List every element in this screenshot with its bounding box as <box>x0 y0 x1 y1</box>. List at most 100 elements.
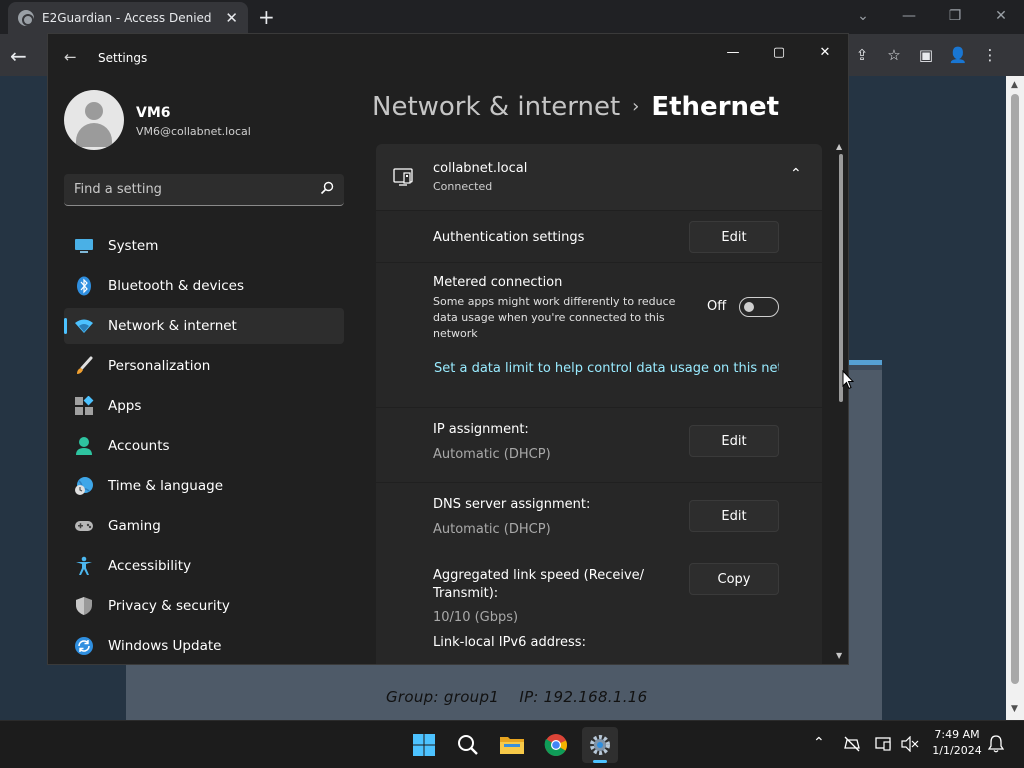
windows-logo-icon <box>413 734 435 756</box>
copy-button[interactable]: Copy <box>689 563 779 595</box>
dns-and-properties-section: DNS server assignment: Automatic (DHCP) … <box>376 483 822 664</box>
globe-clock-icon <box>74 476 94 496</box>
search-box[interactable] <box>64 174 344 206</box>
nav-label: Windows Update <box>108 638 222 654</box>
scroll-down-icon[interactable]: ▼ <box>1011 704 1018 714</box>
browser-tab-title: E2Guardian - Access Denied <box>42 11 212 25</box>
ethernet-content: collabnet.local Connected ⌃ Authenticati… <box>376 144 822 664</box>
settings-scrollbar[interactable]: ▲ ▼ <box>836 142 846 664</box>
nav-label: Gaming <box>108 518 161 534</box>
close-button[interactable]: ✕ <box>802 40 848 64</box>
minimize-icon[interactable]: — <box>886 0 932 32</box>
tab-search-icon[interactable]: ⌄ <box>840 0 886 32</box>
metered-toggle[interactable] <box>739 297 779 317</box>
scroll-thumb[interactable] <box>839 154 843 402</box>
search-icon <box>458 735 478 755</box>
active-indicator <box>593 760 607 763</box>
scroll-thumb[interactable] <box>1011 94 1019 684</box>
nav-item-accounts[interactable]: Accounts <box>64 428 344 464</box>
ethernet-tray-icon[interactable] <box>875 736 893 752</box>
scroll-down-icon[interactable]: ▼ <box>836 651 842 660</box>
settings-taskbar-button[interactable] <box>582 727 618 763</box>
nav-item-personalization[interactable]: Personalization <box>64 348 344 384</box>
system-icon <box>74 236 94 256</box>
scroll-up-icon[interactable]: ▲ <box>1011 80 1018 90</box>
network-offline-icon[interactable] <box>843 736 861 752</box>
minimize-button[interactable]: — <box>710 40 756 64</box>
file-explorer-button[interactable] <box>494 727 530 763</box>
restore-icon[interactable]: ❐ <box>932 0 978 32</box>
settings-window: ← Settings — ▢ ✕ VM6 VM6@collabnet.local… <box>47 33 849 665</box>
start-button[interactable] <box>406 727 442 763</box>
nav-item-time-language[interactable]: Time & language <box>64 468 344 504</box>
notification-bell-icon[interactable] <box>988 735 1004 753</box>
ip-assignment-value: Automatic (DHCP) <box>433 447 551 462</box>
edit-authentication-button[interactable]: Edit <box>689 221 779 253</box>
nav-label: Time & language <box>108 478 224 494</box>
nav-label: Privacy & security <box>108 598 230 614</box>
tab-close-icon[interactable]: ✕ <box>225 9 238 27</box>
nav-label: Network & internet <box>108 318 237 334</box>
browser-toolbar-icons: ⇪ ☆ ▣ 👤 ⋮ <box>850 34 1002 76</box>
clock-date: 1/1/2024 <box>932 744 982 757</box>
search-icon[interactable] <box>320 181 334 195</box>
close-icon[interactable]: ✕ <box>978 0 1024 32</box>
browser-back-icon[interactable]: ← <box>10 44 27 68</box>
dns-assignment-value: Automatic (DHCP) <box>433 522 551 537</box>
metered-description: Some apps might work differently to redu… <box>433 295 676 340</box>
profile-name: VM6 <box>136 105 171 121</box>
nav-label: Accessibility <box>108 558 192 574</box>
chrome-button[interactable] <box>538 727 574 763</box>
taskbar-clock[interactable]: 7:49 AM 1/1/2024 <box>926 728 988 757</box>
page-title: Ethernet <box>651 92 780 122</box>
taskbar-search-button[interactable] <box>450 727 486 763</box>
profile-email: VM6@collabnet.local <box>136 125 251 138</box>
nav-label: Accounts <box>108 438 170 454</box>
network-name: collabnet.local <box>433 161 528 176</box>
side-panel-icon[interactable]: ▣ <box>914 43 938 67</box>
person-icon <box>74 436 94 456</box>
mouse-cursor-icon <box>842 370 854 390</box>
nav-item-windows-update[interactable]: Windows Update <box>64 628 344 664</box>
ethernet-icon <box>393 168 413 186</box>
nav-item-bluetooth[interactable]: Bluetooth & devices <box>64 268 344 304</box>
edit-ip-button[interactable]: Edit <box>689 425 779 457</box>
browser-scrollbar[interactable]: ▲ ▼ <box>1006 76 1024 720</box>
breadcrumb-parent[interactable]: Network & internet <box>372 92 620 122</box>
browser-tab[interactable]: E2Guardian - Access Denied ✕ <box>8 2 248 34</box>
nav-item-network[interactable]: Network & internet <box>64 308 344 344</box>
maximize-button[interactable]: ▢ <box>756 40 802 64</box>
clock-time: 7:49 AM <box>934 728 980 741</box>
back-icon[interactable]: ← <box>64 48 77 66</box>
nav-item-gaming[interactable]: Gaming <box>64 508 344 544</box>
avatar[interactable] <box>64 90 124 150</box>
brush-icon <box>74 356 94 376</box>
scroll-up-icon[interactable]: ▲ <box>836 142 842 151</box>
data-limit-link[interactable]: Set a data limit to help control data us… <box>434 361 779 376</box>
bookmark-star-icon[interactable]: ☆ <box>882 43 906 67</box>
menu-icon[interactable]: ⋮ <box>978 43 1002 67</box>
network-status: Connected <box>433 180 493 193</box>
volume-muted-icon[interactable] <box>901 736 919 752</box>
bluetooth-icon <box>74 276 94 296</box>
gear-icon <box>590 735 610 755</box>
metered-label: Metered connection <box>433 275 563 290</box>
authentication-label: Authentication settings <box>433 230 585 245</box>
apps-icon <box>74 396 94 416</box>
tray-chevron-icon[interactable]: ⌃ <box>813 735 825 751</box>
nav-label: System <box>108 238 159 254</box>
chevron-up-icon[interactable]: ⌃ <box>790 166 802 182</box>
nav-menu: System Bluetooth & devices Network & int… <box>64 228 344 664</box>
nav-item-accessibility[interactable]: Accessibility <box>64 548 344 584</box>
search-input[interactable] <box>64 174 314 205</box>
nav-item-system[interactable]: System <box>64 228 344 264</box>
nav-item-privacy[interactable]: Privacy & security <box>64 588 344 624</box>
share-icon[interactable]: ⇪ <box>850 43 874 67</box>
nav-item-apps[interactable]: Apps <box>64 388 344 424</box>
network-card-header[interactable]: collabnet.local Connected ⌃ <box>376 144 822 210</box>
shield-icon <box>74 596 94 616</box>
edit-dns-button[interactable]: Edit <box>689 500 779 532</box>
new-tab-button[interactable]: + <box>258 5 275 29</box>
group-ip-info: Group: group1 IP: 192.168.1.16 <box>386 688 648 706</box>
profile-icon[interactable]: 👤 <box>946 43 970 67</box>
